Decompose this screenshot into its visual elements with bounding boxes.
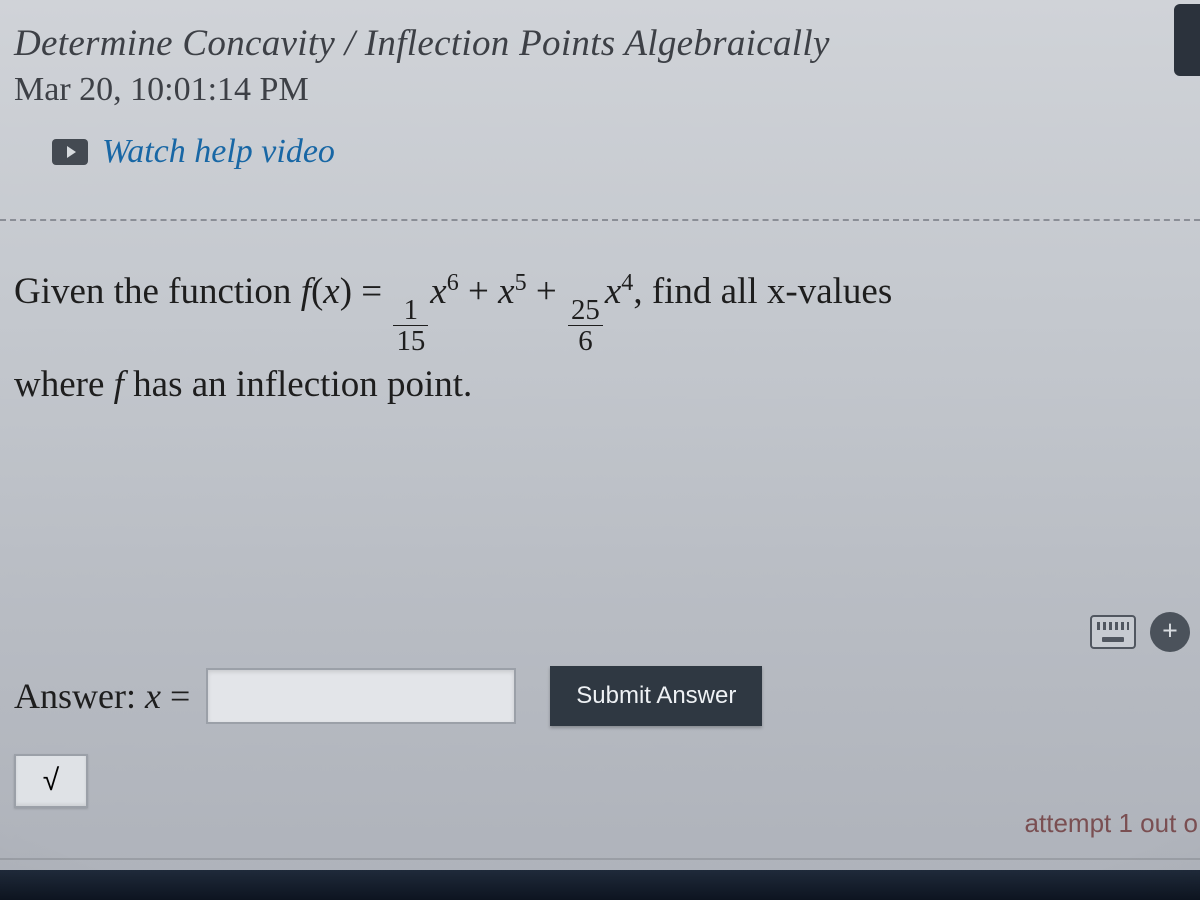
tool-row: + (14, 612, 1200, 652)
right-edge-widget (1174, 4, 1200, 76)
bottom-bar (0, 870, 1200, 900)
problem-lead: Given the function (14, 271, 301, 312)
fraction-1: 1 15 (393, 295, 428, 357)
play-icon (52, 139, 88, 165)
problem-line2-post: has an inflection point. (124, 364, 472, 405)
function-expression: f(x) = 1 15 x6 + x5 + 25 6 x4 (301, 271, 634, 312)
add-icon[interactable]: + (1150, 612, 1190, 652)
timestamp: Mar 20, 10:01:14 PM (14, 71, 1198, 109)
page-title: Determine Concavity / Inflection Points … (14, 22, 1198, 65)
watch-help-link[interactable]: Watch help video (102, 133, 335, 171)
problem-line2-pre: where (14, 364, 114, 405)
fraction-2: 25 6 (568, 295, 603, 357)
attempt-counter: attempt 1 out o (1025, 808, 1198, 839)
sqrt-button[interactable]: √ (14, 754, 88, 808)
answer-label: Answer: x = (14, 675, 190, 717)
answer-zone: + Answer: x = Submit Answer √ attempt 1 … (14, 612, 1200, 808)
answer-input[interactable] (206, 668, 516, 724)
keyboard-icon[interactable] (1090, 615, 1136, 649)
bottom-divider (0, 858, 1200, 860)
header: Determine Concavity / Inflection Points … (0, 0, 1200, 189)
answer-line: Answer: x = Submit Answer (14, 666, 1200, 726)
submit-button[interactable]: Submit Answer (550, 666, 762, 726)
watch-help-row[interactable]: Watch help video (52, 133, 1198, 171)
problem-tail: , find all x-values (633, 271, 892, 312)
problem-statement: Given the function f(x) = 1 15 x6 + x5 +… (0, 221, 1200, 414)
